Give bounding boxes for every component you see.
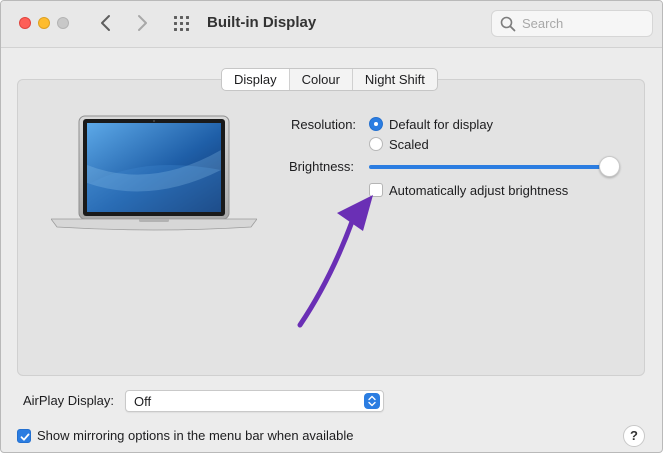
show-mirroring-label[interactable]: Show mirroring options in the menu bar w… — [37, 428, 354, 443]
resolution-label: Resolution: — [291, 117, 357, 132]
option-default-for-display-label[interactable]: Default for display — [389, 117, 493, 132]
forward-button[interactable] — [131, 11, 153, 35]
airplay-display-value: Off — [134, 394, 152, 409]
tab-bar: Display Colour Night Shift — [221, 68, 438, 91]
search-input[interactable] — [522, 14, 647, 33]
airplay-stepper[interactable] — [364, 393, 380, 409]
zoom-window-button[interactable] — [57, 17, 69, 29]
auto-adjust-brightness-label[interactable]: Automatically adjust brightness — [389, 183, 568, 198]
help-button[interactable]: ? — [623, 425, 645, 447]
window-title: Built-in Display — [207, 14, 317, 31]
annotation-arrow-icon — [297, 195, 373, 328]
radio-default-for-display[interactable] — [369, 117, 383, 131]
airplay-display-select[interactable]: Off — [125, 390, 384, 412]
checkmark-icon — [20, 433, 30, 441]
tab-night-shift[interactable]: Night Shift — [351, 69, 437, 90]
title-bar: Built-in Display — [1, 1, 662, 48]
laptop-icon — [51, 115, 257, 231]
search-icon — [500, 16, 516, 32]
search-field[interactable] — [491, 10, 653, 37]
grid-icon — [174, 16, 189, 31]
brightness-slider-knob[interactable] — [598, 156, 620, 177]
tab-display[interactable]: Display — [222, 69, 289, 90]
chevron-right-icon — [138, 15, 147, 31]
show-all-button[interactable] — [172, 13, 192, 33]
brightness-slider-track[interactable] — [369, 165, 609, 169]
radio-scaled[interactable] — [369, 137, 383, 151]
tab-colour[interactable]: Colour — [288, 69, 352, 90]
airplay-display-label: AirPlay Display: — [23, 393, 115, 408]
show-mirroring-checkbox[interactable] — [17, 429, 31, 443]
system-preferences-window: Built-in Display Display Colour Night Sh… — [0, 0, 663, 453]
option-scaled-label[interactable]: Scaled — [389, 137, 429, 152]
chevron-left-icon — [101, 15, 110, 31]
back-button[interactable] — [95, 11, 117, 35]
close-window-button[interactable] — [19, 17, 31, 29]
minimize-window-button[interactable] — [38, 17, 50, 29]
brightness-label: Brightness: — [289, 159, 355, 174]
up-down-chevron-icon — [368, 395, 376, 407]
